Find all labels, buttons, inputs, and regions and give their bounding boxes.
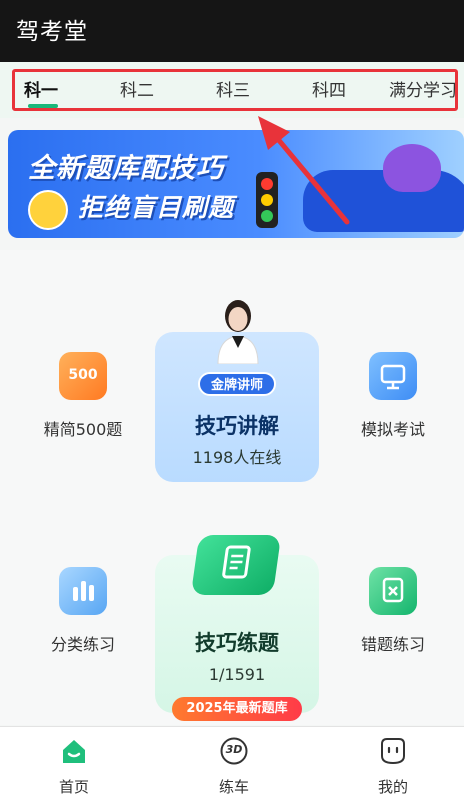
home-icon — [59, 736, 89, 766]
practice-progress: 1/1591 — [208, 665, 266, 684]
wrong-doc-icon — [369, 567, 417, 615]
nav-profile[interactable]: 我的 — [353, 736, 433, 797]
wrong-questions-button[interactable]: 错题练习 — [348, 567, 438, 655]
latest-question-bank-badge: 2025年最新题库 — [172, 697, 302, 721]
nav-profile-label: 我的 — [377, 778, 408, 796]
lecture-online-count: 1198人在线 — [192, 448, 282, 467]
bar-chart-icon — [59, 567, 107, 615]
mock-exam-button[interactable]: 模拟考试 — [348, 352, 438, 440]
simplified-500-button[interactable]: 500 精简500题 — [38, 352, 128, 440]
practice-title: 技巧练题 — [195, 631, 279, 655]
500-icon: 500 — [59, 352, 107, 400]
nav-home-label: 首页 — [58, 778, 89, 796]
nav-home[interactable]: 首页 — [34, 736, 114, 797]
gold-teacher-badge: 金牌讲师 — [198, 372, 276, 396]
3d-icon-text: 3D — [225, 743, 243, 756]
practice-doc-icon — [190, 535, 282, 595]
wrong-questions-label: 错题练习 — [360, 635, 425, 654]
profile-face-icon — [378, 736, 408, 766]
lecture-title: 技巧讲解 — [195, 414, 279, 438]
category-practice-label: 分类练习 — [50, 635, 115, 654]
category-practice-button[interactable]: 分类练习 — [38, 567, 128, 655]
mock-exam-label: 模拟考试 — [360, 420, 425, 439]
simplified-500-label: 精简500题 — [43, 420, 123, 439]
nav-car-practice-label: 练车 — [218, 778, 249, 796]
monitor-icon — [369, 352, 417, 400]
annotation-arrow — [258, 116, 350, 225]
nav-car-practice[interactable]: 3D 练车 — [194, 736, 274, 797]
3d-icon: 3D — [219, 736, 249, 766]
500-icon-text: 500 — [68, 367, 98, 383]
teacher-avatar — [217, 300, 259, 364]
